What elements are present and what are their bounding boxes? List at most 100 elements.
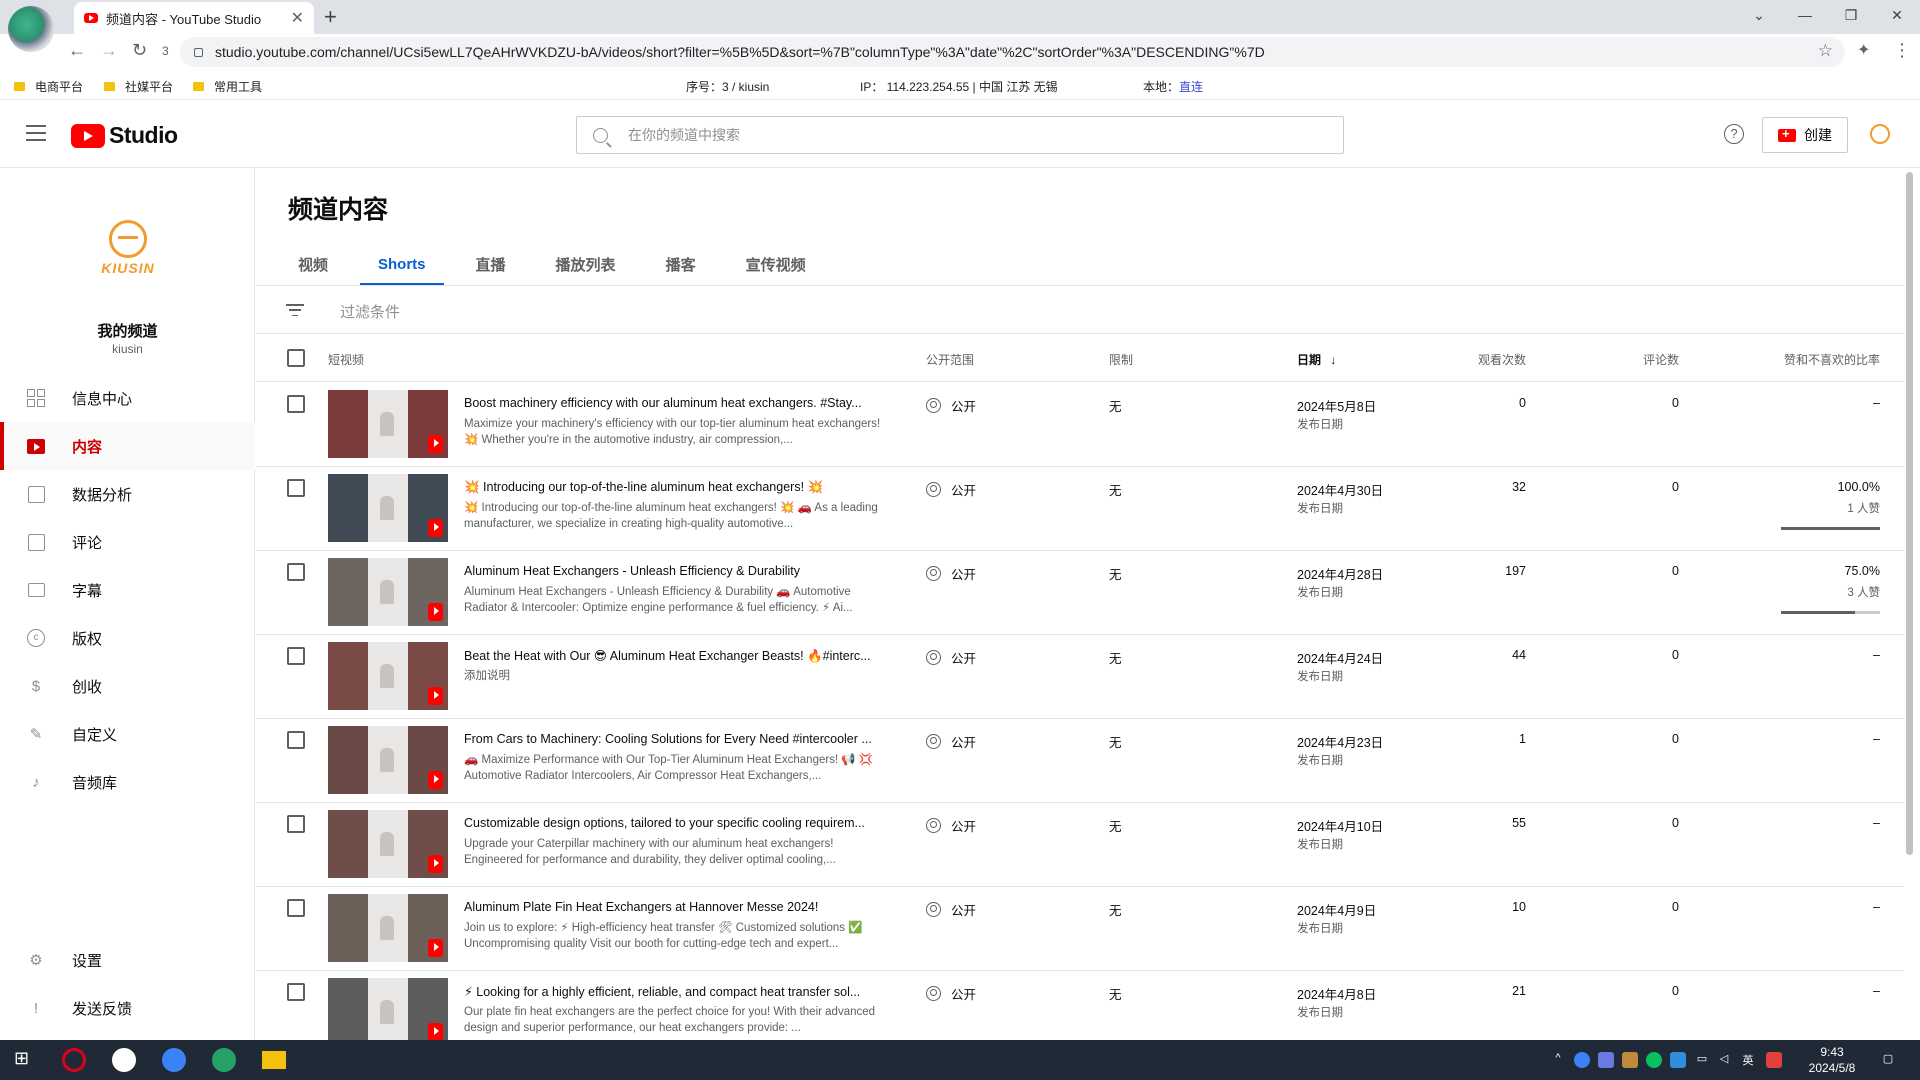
video-thumbnail[interactable] [328, 978, 448, 1040]
visibility-cell[interactable]: 公开 [926, 900, 976, 919]
video-thumbnail[interactable] [328, 558, 448, 626]
tab-podcasts[interactable]: 播客 [648, 242, 714, 286]
sidebar-item-comments[interactable]: 评论 [0, 518, 255, 566]
row-checkbox[interactable] [287, 563, 305, 581]
column-header-likes[interactable]: 赞和不喜欢的比率 [1784, 351, 1880, 368]
video-title[interactable]: Beat the Heat with Our 😎 Aluminum Heat E… [464, 648, 894, 664]
video-title[interactable]: Aluminum Heat Exchangers - Unleash Effic… [464, 564, 894, 578]
video-title[interactable]: From Cars to Machinery: Cooling Solution… [464, 732, 894, 746]
video-thumbnail[interactable] [328, 474, 448, 542]
video-thumbnail[interactable] [328, 726, 448, 794]
tray-app-icon[interactable] [1670, 1052, 1686, 1068]
table-row[interactable]: From Cars to Machinery: Cooling Solution… [256, 719, 1904, 803]
windows-start-icon[interactable]: ⊞ [14, 1048, 38, 1072]
sidebar-item-feedback[interactable]: ! 发送反馈 [0, 984, 255, 1032]
minimize-button[interactable]: — [1782, 0, 1828, 30]
sidebar-item-settings[interactable]: ⚙ 设置 [0, 936, 255, 984]
filter-icon[interactable] [286, 304, 304, 316]
tab-search-icon[interactable]: ⌄ [1736, 0, 1782, 30]
column-header-views[interactable]: 观看次数 [1478, 351, 1526, 368]
row-checkbox[interactable] [287, 983, 305, 1001]
tab-videos[interactable]: 视频 [280, 242, 346, 286]
table-row[interactable]: Customizable design options, tailored to… [256, 803, 1904, 887]
notification-icon[interactable]: ▢ [1880, 1052, 1896, 1068]
sidebar-item-subtitles[interactable]: 字幕 [0, 566, 255, 614]
row-checkbox[interactable] [287, 395, 305, 413]
back-arrow-icon[interactable]: ← [68, 40, 86, 61]
tab-live[interactable]: 直播 [458, 242, 524, 286]
tray-expand-icon[interactable]: ^ [1550, 1052, 1566, 1068]
video-title[interactable]: ⚡ Looking for a highly efficient, reliab… [464, 984, 894, 999]
tab-close-icon[interactable]: ✕ [291, 8, 304, 28]
visibility-cell[interactable]: 公开 [926, 984, 976, 1003]
system-clock[interactable]: 9:43 2024/5/8 [1800, 1044, 1864, 1076]
table-row[interactable]: Beat the Heat with Our 😎 Aluminum Heat E… [256, 635, 1904, 719]
browser-profile-avatar[interactable] [8, 6, 54, 52]
extensions-puzzle-icon[interactable]: ✦ [1857, 40, 1870, 60]
page-scrollbar[interactable] [1906, 172, 1913, 855]
table-row[interactable]: Aluminum Heat Exchangers - Unleash Effic… [256, 551, 1904, 635]
table-row[interactable]: Aluminum Plate Fin Heat Exchangers at Ha… [256, 887, 1904, 971]
maximize-button[interactable]: ❐ [1828, 0, 1874, 30]
wechat-icon[interactable] [1646, 1052, 1662, 1068]
account-avatar[interactable] [1870, 124, 1890, 144]
sidebar-item-dashboard[interactable]: 信息中心 [0, 374, 255, 422]
browser-app-icon[interactable] [112, 1048, 136, 1072]
video-thumbnail[interactable] [328, 390, 448, 458]
bookmark-folder-social[interactable]: 社媒平台 [104, 78, 173, 95]
file-explorer-icon[interactable] [262, 1051, 286, 1069]
row-checkbox[interactable] [287, 815, 305, 833]
tab-playlists[interactable]: 播放列表 [538, 242, 634, 286]
row-checkbox[interactable] [287, 899, 305, 917]
filter-bar[interactable]: 过滤条件 [256, 286, 1904, 334]
channel-search-input[interactable]: 在你的频道中搜索 [576, 116, 1344, 154]
tray-app-icon[interactable] [1598, 1052, 1614, 1068]
chrome-profile-icon[interactable] [212, 1048, 236, 1072]
bookmark-folder-ecommerce[interactable]: 电商平台 [14, 78, 83, 95]
sidebar-item-customization[interactable]: ✎ 自定义 [0, 710, 255, 758]
visibility-cell[interactable]: 公开 [926, 396, 976, 415]
menu-icon[interactable] [26, 125, 46, 141]
create-button[interactable]: 创建 [1762, 117, 1848, 153]
visibility-cell[interactable]: 公开 [926, 564, 976, 583]
table-row[interactable]: 💥 Introducing our top-of-the-line alumin… [256, 467, 1904, 551]
close-window-button[interactable]: ✕ [1874, 0, 1920, 30]
visibility-cell[interactable]: 公开 [926, 480, 976, 499]
sogou-ime-icon[interactable] [1766, 1052, 1782, 1068]
select-all-checkbox[interactable] [287, 349, 305, 367]
video-thumbnail[interactable] [328, 810, 448, 878]
sidebar-item-audio-library[interactable]: ♪ 音频库 [0, 758, 255, 806]
reload-icon[interactable]: ↻ [132, 40, 147, 61]
tab-promotions[interactable]: 宣传视频 [728, 242, 824, 286]
video-title[interactable]: 💥 Introducing our top-of-the-line alumin… [464, 480, 894, 495]
row-checkbox[interactable] [287, 731, 305, 749]
tray-app-icon[interactable] [1622, 1052, 1638, 1068]
network-icon[interactable]: ▭ [1694, 1052, 1710, 1068]
row-checkbox[interactable] [287, 647, 305, 665]
forward-arrow-icon[interactable]: → [100, 40, 118, 61]
video-title[interactable]: Customizable design options, tailored to… [464, 816, 894, 830]
column-header-comments[interactable]: 评论数 [1643, 351, 1679, 368]
filter-input[interactable]: 过滤条件 [340, 301, 400, 322]
visibility-cell[interactable]: 公开 [926, 816, 976, 835]
sidebar-item-copyright[interactable]: c 版权 [0, 614, 255, 662]
channel-avatar[interactable]: KIUSIN [94, 220, 162, 278]
volume-muted-icon[interactable]: ◁ [1716, 1052, 1732, 1068]
ime-indicator[interactable]: 英 [1740, 1052, 1756, 1068]
browser-tab-active[interactable]: 频道内容 - YouTube Studio ✕ [74, 2, 314, 34]
row-checkbox[interactable] [287, 479, 305, 497]
opera-icon[interactable] [62, 1048, 86, 1072]
visibility-cell[interactable]: 公开 [926, 648, 976, 667]
column-header-date[interactable]: 日期 ↓ [1297, 351, 1336, 368]
video-title[interactable]: Aluminum Plate Fin Heat Exchangers at Ha… [464, 900, 894, 914]
video-title[interactable]: Boost machinery efficiency with our alum… [464, 396, 894, 410]
table-row[interactable]: ⚡ Looking for a highly efficient, reliab… [256, 971, 1904, 1040]
sidebar-item-monetization[interactable]: $ 创收 [0, 662, 255, 710]
tab-shorts[interactable]: Shorts [360, 242, 444, 286]
browser-menu-icon[interactable]: ⋮ [1893, 40, 1911, 61]
video-thumbnail[interactable] [328, 894, 448, 962]
bookmark-star-icon[interactable]: ☆ [1818, 41, 1833, 61]
visibility-cell[interactable]: 公开 [926, 732, 976, 751]
url-field[interactable]: studio.youtube.com/channel/UCsi5ewLL7QeA… [180, 37, 1845, 67]
youtube-studio-logo[interactable]: Studio [71, 122, 178, 149]
